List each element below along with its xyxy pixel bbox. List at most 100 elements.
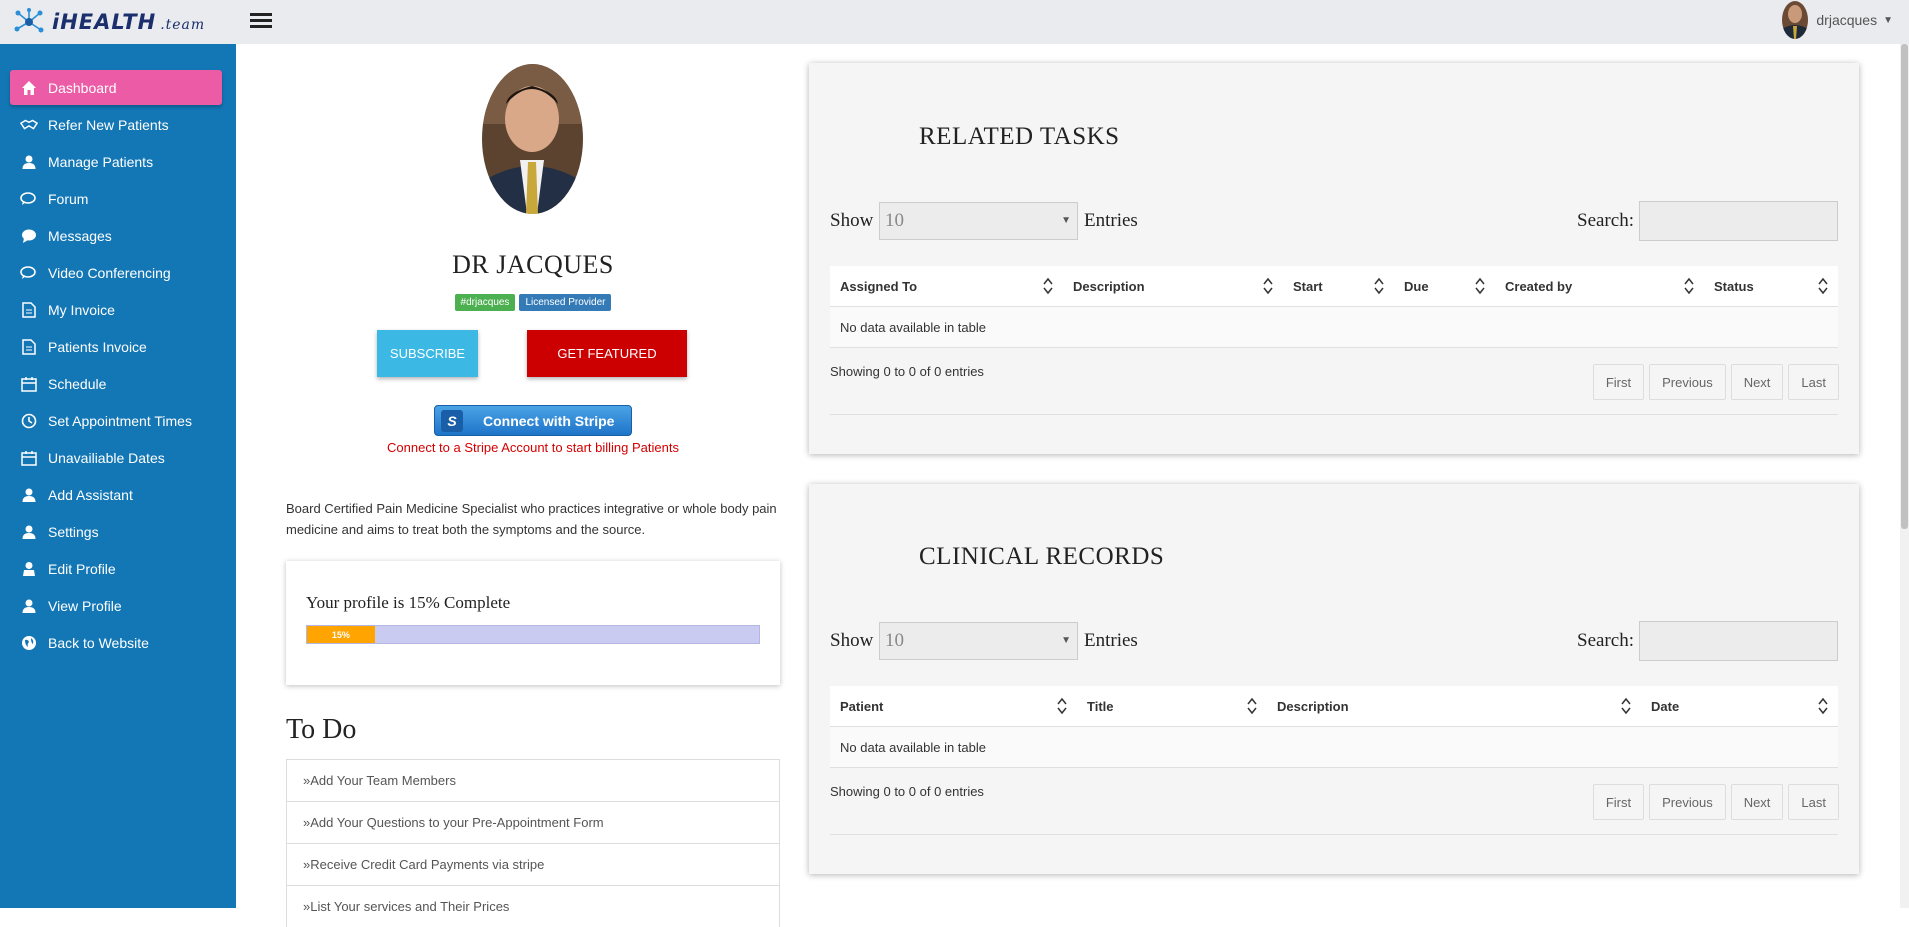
search-label: Search:: [1577, 630, 1634, 651]
entries-select[interactable]: 10 ▼: [879, 202, 1078, 240]
entries-select[interactable]: 10 ▼: [879, 622, 1078, 660]
subscribe-button[interactable]: SUBSCRIBE: [377, 330, 478, 377]
column-header-patient[interactable]: Patient: [830, 686, 1077, 726]
column-header-description[interactable]: Description: [1267, 686, 1641, 726]
sidebar-item-unavailiable-dates[interactable]: Unavailiable Dates: [10, 440, 222, 475]
entries-select-value: 10: [885, 210, 904, 231]
page-last-button[interactable]: Last: [1788, 784, 1839, 820]
sidebar-item-label: View Profile: [48, 597, 122, 614]
sidebar-item-messages[interactable]: Messages: [10, 218, 222, 253]
home-icon: [20, 79, 38, 97]
todo-title: To Do: [286, 714, 357, 745]
progress-bar: 15%: [306, 625, 760, 644]
page-last-button[interactable]: Last: [1788, 364, 1839, 400]
user-menu[interactable]: drjacques ▼: [1782, 0, 1893, 40]
user-icon: [20, 153, 38, 171]
column-label: Created by: [1505, 278, 1573, 294]
progress-title: Your profile is 15% Complete: [306, 593, 511, 612]
related-tasks-panel: RELATED TASKS Show 10 ▼ Entries Search: A…: [809, 63, 1859, 454]
todo-item[interactable]: » Add Your Team Members: [286, 759, 780, 801]
search-input[interactable]: [1639, 621, 1838, 661]
avatar: [1782, 1, 1809, 39]
sidebar-item-label: Schedule: [48, 375, 107, 392]
progress-fill: 15%: [307, 626, 375, 643]
user-icon: [20, 486, 38, 504]
column-header-created-by[interactable]: Created by: [1495, 266, 1704, 306]
column-header-start[interactable]: Start: [1283, 266, 1394, 306]
sidebar-item-back-to-website[interactable]: Back to Website: [10, 625, 222, 660]
comments-icon: [20, 264, 38, 282]
pagination: First Previous Next Last: [1592, 784, 1839, 820]
column-label: Patient: [840, 698, 884, 714]
sort-icon: [1621, 697, 1631, 715]
profile-name: DR JACQUES: [452, 250, 614, 279]
user-edit-icon: [20, 560, 38, 578]
table-empty-row: No data available in table: [830, 306, 1838, 348]
brand-logo[interactable]: iHEALTH .team: [12, 4, 205, 40]
todo-item-label: Add Your Team Members: [310, 773, 456, 788]
user-icon: [20, 597, 38, 615]
column-header-assigned-to[interactable]: Assigned To: [830, 266, 1063, 306]
sidebar-item-settings[interactable]: Settings: [10, 514, 222, 549]
sidebar-item-patients-invoice[interactable]: Patients Invoice: [10, 329, 222, 364]
column-header-status[interactable]: Status: [1704, 266, 1838, 306]
sidebar-item-forum[interactable]: Forum: [10, 181, 222, 216]
page-first-button[interactable]: First: [1592, 364, 1645, 400]
caret-down-icon: ▼: [1883, 14, 1893, 26]
sort-icon: [1475, 277, 1485, 295]
sidebar-item-label: Set Appointment Times: [48, 412, 192, 429]
page-next-button[interactable]: Next: [1730, 784, 1784, 820]
page-scrollbar[interactable]: [1900, 44, 1909, 908]
show-label: Show: [830, 630, 874, 651]
page-previous-button[interactable]: Previous: [1649, 784, 1726, 820]
sidebar-item-label: Patients Invoice: [48, 338, 147, 355]
todo-item[interactable]: » Receive Credit Card Payments via stripe: [286, 843, 780, 885]
sidebar-item-video-conferencing[interactable]: Video Conferencing: [10, 255, 222, 290]
sort-icon: [1818, 277, 1828, 295]
page-first-button[interactable]: First: [1592, 784, 1645, 820]
sort-icon: [1057, 697, 1067, 715]
sidebar-item-label: Dashboard: [48, 79, 117, 96]
profile-badges: #drjacques Licensed Provider: [286, 294, 780, 311]
column-header-description[interactable]: Description: [1063, 266, 1283, 306]
username-badge: #drjacques: [454, 294, 516, 311]
brand-name-text: iHEALTH: [52, 10, 157, 34]
related-tasks-title: RELATED TASKS: [919, 123, 1120, 150]
sidebar-item-view-profile[interactable]: View Profile: [10, 588, 222, 623]
column-label: Assigned To: [840, 278, 918, 294]
entries-label: Entries: [1084, 210, 1138, 231]
stripe-icon: S: [441, 409, 463, 432]
clinical-records-title: CLINICAL RECORDS: [919, 543, 1165, 570]
get-featured-button[interactable]: GET FEATURED: [527, 330, 687, 377]
sidebar-item-manage-patients[interactable]: Manage Patients: [10, 144, 222, 179]
sidebar-item-add-assistant[interactable]: Add Assistant: [10, 477, 222, 512]
chat-bubble-icon: [20, 227, 38, 245]
todo-item[interactable]: » Add Your Questions to your Pre-Appointm…: [286, 801, 780, 843]
page-next-button[interactable]: Next: [1730, 364, 1784, 400]
sidebar-item-schedule[interactable]: Schedule: [10, 366, 222, 401]
column-header-date[interactable]: Date: [1641, 686, 1838, 726]
profile-bio: Board Certified Pain Medicine Specialist…: [286, 501, 777, 537]
sidebar-item-label: Back to Website: [48, 634, 149, 651]
sidebar-item-edit-profile[interactable]: Edit Profile: [10, 551, 222, 586]
search-input[interactable]: [1639, 201, 1838, 241]
column-header-title[interactable]: Title: [1077, 686, 1267, 726]
sort-icon: [1374, 277, 1384, 295]
page-previous-button[interactable]: Previous: [1649, 364, 1726, 400]
sidebar-item-refer-new-patients[interactable]: Refer New Patients: [10, 107, 222, 142]
document-icon: [20, 301, 38, 319]
scrollbar-thumb[interactable]: [1901, 44, 1908, 529]
todo-item[interactable]: » List Your services and Their Prices: [286, 885, 780, 927]
sidebar-item-dashboard[interactable]: Dashboard: [10, 70, 222, 105]
column-header-due[interactable]: Due: [1394, 266, 1495, 306]
sidebar-item-my-invoice[interactable]: My Invoice: [10, 292, 222, 327]
table-empty-row: No data available in table: [830, 726, 1838, 768]
sidebar-item-set-appointment-times[interactable]: Set Appointment Times: [10, 403, 222, 438]
sidebar-item-label: Forum: [48, 190, 89, 207]
username: drjacques: [1816, 12, 1878, 28]
stripe-note: Connect to a Stripe Account to start bil…: [387, 440, 679, 455]
pagination: First Previous Next Last: [1592, 364, 1839, 400]
connect-stripe-button[interactable]: S Connect with Stripe: [434, 405, 632, 436]
menu-toggle-icon[interactable]: [250, 10, 272, 30]
sidebar-item-label: Refer New Patients: [48, 116, 169, 133]
